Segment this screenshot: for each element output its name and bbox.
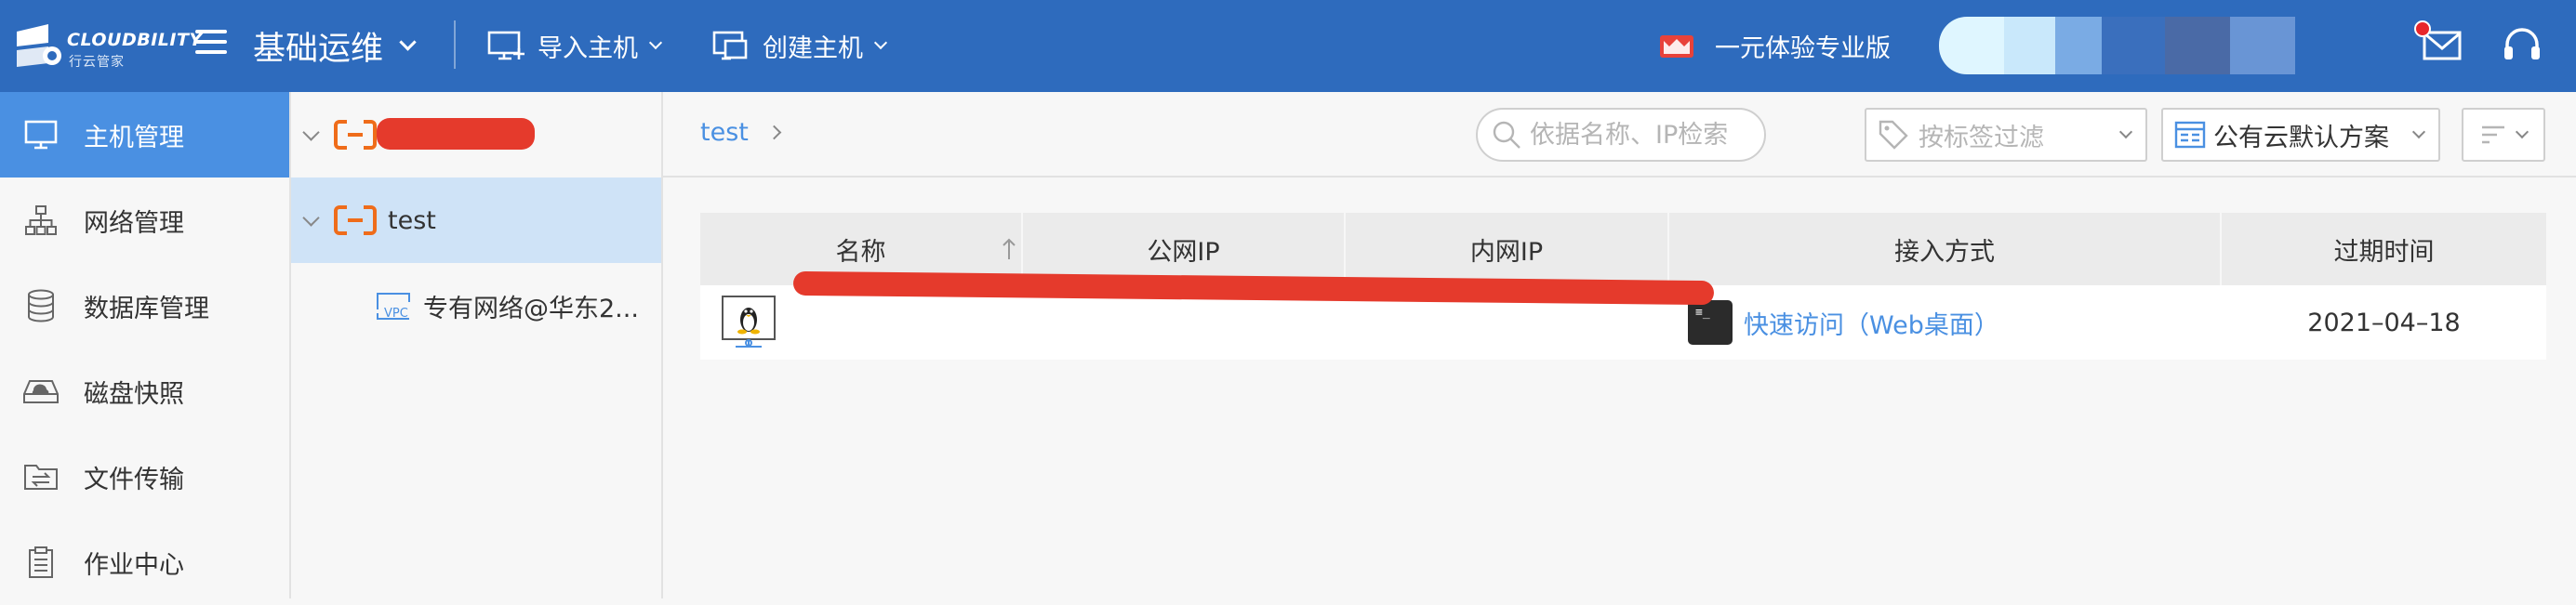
expire-date: 2021–04–18 <box>2307 308 2461 337</box>
scheme-label: 公有云默认方案 <box>2213 123 2389 152</box>
user-name-blur <box>2230 17 2295 74</box>
tree-node-label: test <box>388 205 436 235</box>
column-header-label: 接入方式 <box>1894 237 1995 267</box>
cell-access: ≡_ 快速访问（Web桌面） <box>1669 285 2222 360</box>
chevron-down-icon[interactable] <box>302 123 320 141</box>
module-label: 基础运维 <box>253 30 384 68</box>
breadcrumb[interactable]: test <box>700 118 782 147</box>
plan-badge[interactable]: 一元体验专业版 <box>1659 26 1891 65</box>
header-divider <box>454 20 456 69</box>
sidebar-item-job-center[interactable]: 作业中心 <box>0 520 289 605</box>
monitor-import-icon <box>487 31 524 60</box>
sidebar-item-host-management[interactable]: 主机管理 <box>0 92 289 178</box>
toolbar: test 按标签过滤 公有云默认方案 <box>663 92 2576 178</box>
disk-icon <box>22 373 60 410</box>
breadcrumb-item[interactable]: test <box>700 118 749 147</box>
chevron-down-icon <box>648 35 663 50</box>
aliyun-icon <box>334 120 377 150</box>
clipboard-icon <box>22 544 60 581</box>
vpc-icon: VPC <box>377 293 410 321</box>
chevron-down-icon <box>399 33 417 51</box>
avatar[interactable] <box>1939 17 2004 74</box>
user-name-blur <box>2055 17 2102 74</box>
import-host-label: 导入主机 <box>538 33 638 63</box>
sidebar-item-file-transfer[interactable]: 文件传输 <box>0 434 289 520</box>
quick-access-link[interactable]: 快速访问（Web桌面） <box>1744 305 1999 341</box>
tag-icon <box>1879 120 1908 150</box>
import-host-button[interactable]: 导入主机 <box>487 26 663 65</box>
redacted-account-name <box>377 118 535 150</box>
logo-icon <box>17 24 61 67</box>
module-switcher[interactable]: 基础运维 <box>253 23 417 68</box>
search-icon <box>1493 121 1520 149</box>
resource-tree: test VPC 专有网络@华东2... <box>291 92 663 598</box>
column-header-label: 过期时间 <box>2333 237 2435 267</box>
tag-filter-placeholder: 按标签过滤 <box>1919 123 2044 152</box>
linux-icon <box>722 296 776 348</box>
tree-node-label: 专有网络@华东2... <box>423 294 639 323</box>
logo[interactable]: CLOUDBILITY 行云管家 <box>11 20 202 72</box>
aliyun-icon <box>334 205 377 235</box>
table-row[interactable]: ≡_ 快速访问（Web桌面） 2021–04–18 <box>700 270 2546 360</box>
sort-icon <box>2482 125 2504 144</box>
search-input[interactable] <box>1530 120 1762 150</box>
top-header: CLOUDBILITY 行云管家 基础运维 导入主机 创建主机 一元体验专业版 <box>0 0 2576 92</box>
host-table: 名称 公网IP 内网IP 接入方式 过期时间 ≡_ 快速访问（Web桌面） 20… <box>700 213 2546 360</box>
cell-expire: 2021–04–18 <box>2222 285 2546 360</box>
terminal-icon: ≡_ <box>1688 300 1733 345</box>
monitor-create-icon <box>712 31 748 60</box>
chevron-down-icon <box>2515 125 2530 139</box>
sidebar: 主机管理 网络管理 数据库管理 磁盘快照 文件传输 作业中心 <box>0 92 291 598</box>
tag-filter-select[interactable]: 按标签过滤 <box>1865 108 2147 162</box>
main-content: test 按标签过滤 公有云默认方案 <box>663 92 2576 598</box>
scheme-select[interactable]: 公有云默认方案 <box>2161 108 2440 162</box>
sort-button[interactable] <box>2462 108 2545 162</box>
logo-text: CLOUDBILITY <box>67 30 203 50</box>
column-header-label: 名称 <box>835 237 886 267</box>
chevron-down-icon <box>2411 125 2426 139</box>
chevron-right-icon <box>766 125 782 140</box>
sidebar-item-database-management[interactable]: 数据库管理 <box>0 263 289 349</box>
menu-icon[interactable] <box>195 30 227 58</box>
search-box[interactable] <box>1476 108 1766 162</box>
database-icon <box>22 287 60 324</box>
sidebar-item-label: 主机管理 <box>84 123 184 152</box>
plan-label: 一元体验专业版 <box>1715 33 1891 63</box>
folder-transfer-icon <box>22 458 60 495</box>
column-header-access[interactable]: 接入方式 <box>1669 213 2222 285</box>
sidebar-item-label: 作业中心 <box>84 550 184 580</box>
logo-subtitle: 行云管家 <box>69 55 125 70</box>
chevron-down-icon[interactable] <box>302 208 320 227</box>
column-header-label: 公网IP <box>1147 237 1220 267</box>
user-name-blur <box>2102 17 2165 74</box>
notification-dot <box>2414 20 2431 37</box>
user-name-blur <box>2004 17 2055 74</box>
sort-asc-icon[interactable] <box>1001 237 1017 261</box>
tree-node-test[interactable]: test <box>291 178 661 263</box>
plan-badge-icon <box>1660 35 1693 58</box>
column-header-label: 内网IP <box>1469 237 1544 267</box>
tree-node-vpc[interactable]: VPC 专有网络@华东2... <box>291 263 661 349</box>
chevron-down-icon <box>873 35 888 50</box>
column-header-private-ip[interactable]: 内网IP <box>1346 213 1669 285</box>
sidebar-item-disk-snapshot[interactable]: 磁盘快照 <box>0 349 289 434</box>
tree-node-account[interactable] <box>291 92 661 178</box>
network-icon <box>22 202 60 239</box>
monitor-icon <box>22 116 60 153</box>
sidebar-item-label: 数据库管理 <box>84 294 209 323</box>
user-name-blur <box>2165 17 2230 74</box>
create-host-label: 创建主机 <box>763 33 863 63</box>
sidebar-item-label: 磁盘快照 <box>84 379 184 409</box>
sidebar-item-network-management[interactable]: 网络管理 <box>0 178 289 263</box>
sidebar-item-label: 网络管理 <box>84 208 184 238</box>
sidebar-item-label: 文件传输 <box>84 465 184 494</box>
headset-icon[interactable] <box>2502 24 2543 65</box>
create-host-button[interactable]: 创建主机 <box>712 26 888 65</box>
chevron-down-icon <box>2118 125 2133 139</box>
column-header-expire[interactable]: 过期时间 <box>2222 213 2546 285</box>
scheme-icon <box>2174 121 2206 149</box>
